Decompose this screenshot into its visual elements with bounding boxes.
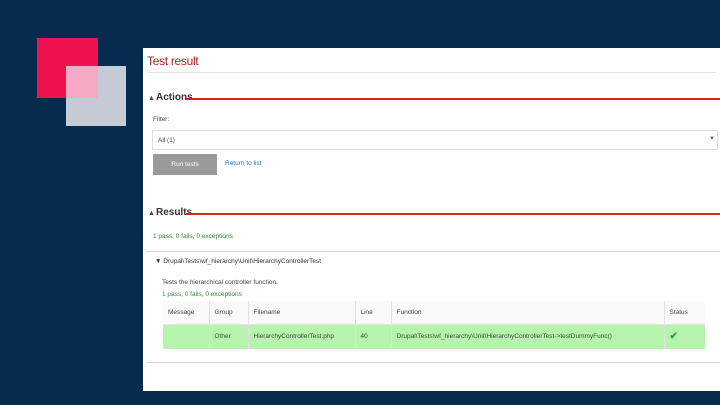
cell-group: Other — [209, 324, 249, 349]
title-divider — [147, 72, 716, 73]
test-group-summary: 1 pass, 0 fails, 0 exceptions — [162, 291, 242, 298]
cell-message — [163, 324, 210, 349]
column-header-line[interactable]: Line — [355, 301, 392, 324]
cell-filename: HierarchyControllerTest.php — [248, 324, 356, 349]
check-icon: ✔ — [669, 331, 678, 343]
filter-select[interactable]: All (1) ▼ — [152, 130, 718, 150]
results-bottom-divider — [146, 362, 720, 363]
column-header-group[interactable]: Group — [209, 301, 249, 324]
test-group-toggle[interactable]: ▼ Drupal\Tests\wf_hierarchy\Unit\Hierarc… — [155, 258, 321, 265]
column-header-filename[interactable]: Filename — [248, 301, 356, 324]
table-header-row: Message Group Filename Line Function Sta… — [163, 301, 705, 324]
test-group-description: Tests the hierarchical controller functi… — [162, 279, 278, 286]
results-fieldset-header[interactable]: ▲ Results — [146, 207, 720, 221]
decorative-overlap-square — [66, 66, 98, 98]
cell-status: ✔ — [664, 324, 705, 349]
filter-label: Filter: — [153, 116, 170, 123]
column-header-function[interactable]: Function — [391, 301, 665, 324]
collapse-triangle-icon[interactable]: ▲ — [148, 95, 155, 102]
collapse-triangle-icon[interactable]: ▲ — [148, 210, 155, 217]
page-title: Test result — [147, 54, 199, 68]
results-table: Message Group Filename Line Function Sta… — [163, 301, 705, 349]
results-divider — [186, 213, 720, 215]
test-result-panel: Test result ▲ Actions Filter: All (1) ▼ … — [143, 48, 720, 391]
column-header-message[interactable]: Message — [163, 301, 210, 324]
chevron-down-icon: ▼ — [709, 136, 715, 142]
column-header-status[interactable]: Status — [664, 301, 705, 324]
results-summary: 1 pass, 0 fails, 0 exceptions — [153, 233, 233, 240]
actions-fieldset-header[interactable]: ▲ Actions — [146, 92, 720, 106]
return-to-list-link[interactable]: Return to list — [225, 160, 262, 167]
filter-select-value: All (1) — [158, 137, 175, 144]
results-separator — [146, 251, 720, 252]
cell-line: 40 — [355, 324, 392, 349]
cell-function: Drupal\Tests\wf_hierarchy\Unit\Hierarchy… — [391, 324, 665, 349]
run-tests-button[interactable]: Run tests — [153, 154, 217, 175]
actions-divider — [186, 98, 720, 100]
table-row: Other HierarchyControllerTest.php 40 Dru… — [163, 324, 705, 349]
